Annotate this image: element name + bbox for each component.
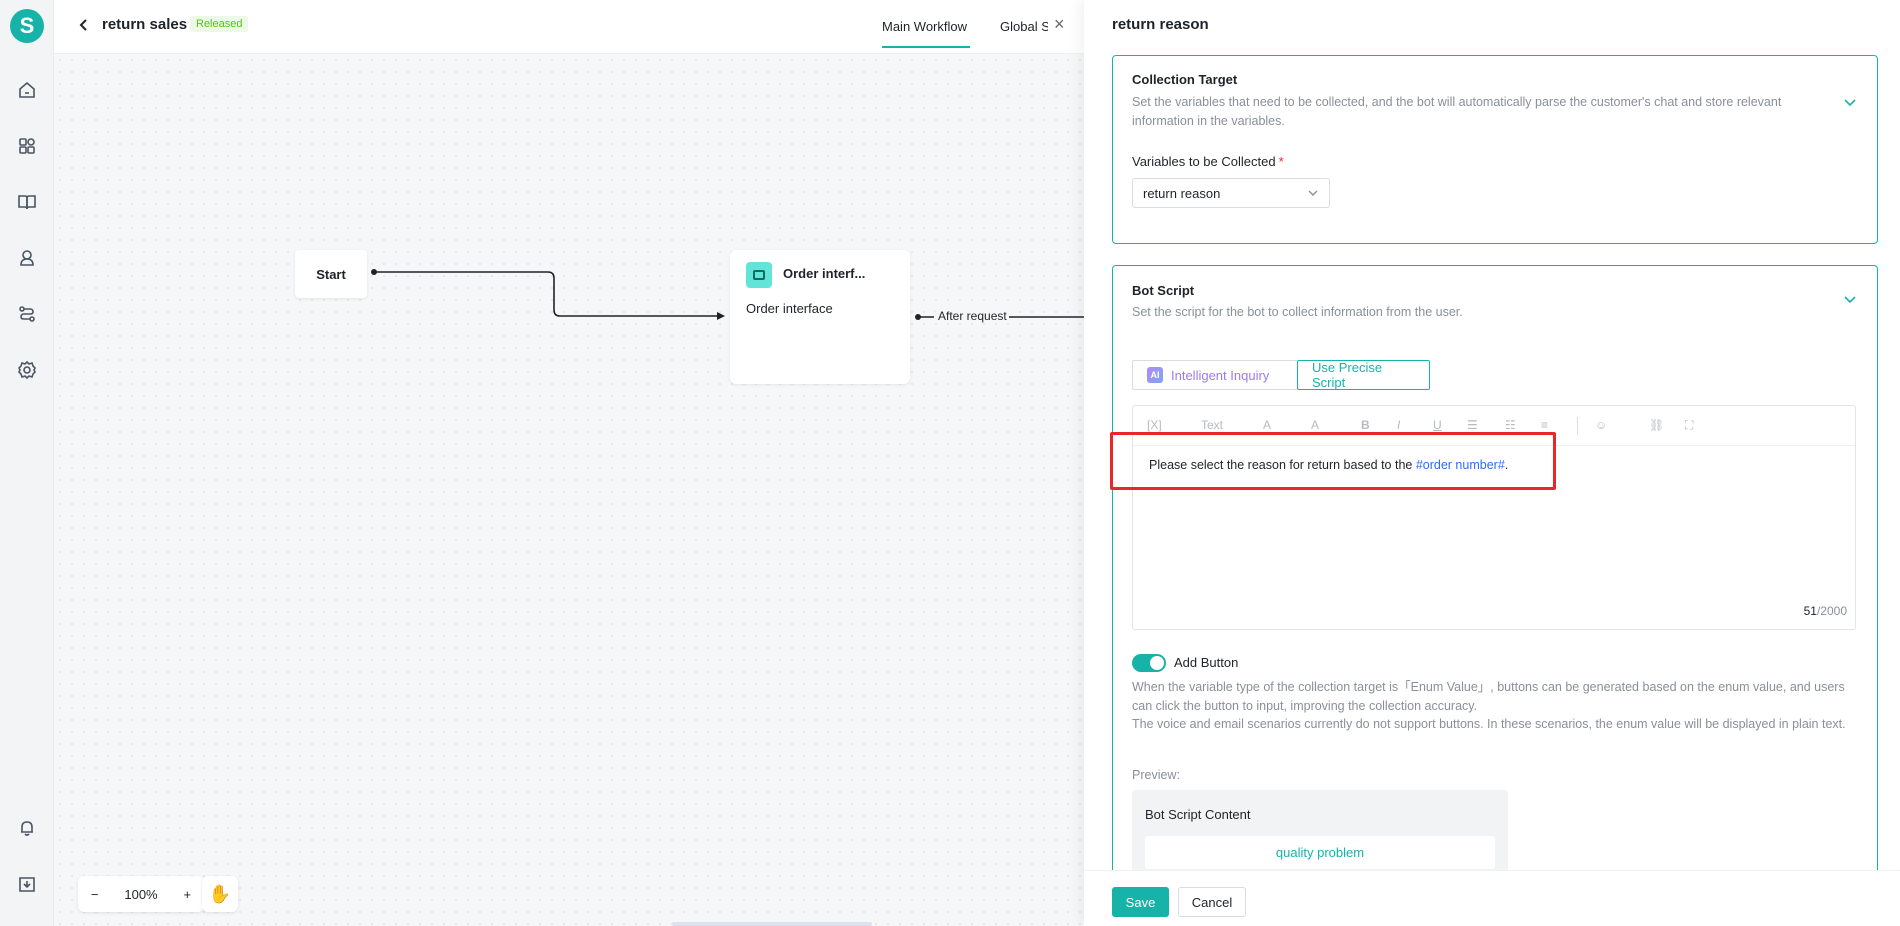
close-icon[interactable]: × [1054,14,1065,35]
precise-script-tab[interactable]: Use Precise Script [1297,360,1430,390]
zoom-out-button[interactable]: − [91,887,99,902]
add-button-description: When the variable type of the collection… [1132,678,1862,734]
edge-label: After request [936,309,1009,323]
apps-icon[interactable] [15,134,39,158]
start-node[interactable]: Start [295,250,367,298]
numbered-list-icon[interactable]: ☷ [1505,418,1516,432]
status-badge: Released [190,16,249,32]
italic-icon[interactable]: I [1397,418,1400,432]
font-color-icon[interactable]: A [1263,418,1271,432]
route-icon[interactable] [15,302,39,326]
tab-global[interactable]: Global S [1000,19,1048,34]
card-description: Set the variables that need to be collec… [1132,95,1782,128]
home-icon[interactable] [15,78,39,102]
fullscreen-icon[interactable]: ⛶ [1685,418,1693,433]
tab-main-workflow[interactable]: Main Workflow [882,19,967,34]
back-arrow-icon[interactable] [76,17,96,37]
link-icon[interactable]: ⛓ [1649,418,1664,432]
variable-select[interactable]: return reason [1132,178,1330,208]
description-line: The voice and email scenarios currently … [1132,717,1846,731]
bell-icon[interactable] [15,816,39,840]
align-icon[interactable]: ≡ [1541,418,1548,432]
order-interface-node[interactable]: Order interf... Order interface [730,250,910,384]
api-node-icon [746,262,772,288]
agent-icon[interactable] [15,246,39,270]
settings-icon[interactable] [15,358,39,382]
collection-target-card: Collection Target Set the variables that… [1112,55,1878,244]
description-line: When the variable type of the collection… [1132,680,1845,713]
left-sidebar: S [0,0,54,926]
app-logo[interactable]: S [10,9,44,43]
required-mark: * [1278,154,1284,169]
save-button[interactable]: Save [1112,887,1169,917]
tab-label: Intelligent Inquiry [1171,367,1270,383]
card-title: Bot Script [1132,283,1195,298]
variables-field-label: Variables to be Collected * [1132,154,1284,169]
preview-option-button[interactable]: quality problem [1145,836,1495,869]
field-label-text: Variables to be Collected [1132,154,1276,169]
workflow-title: return sales [102,16,188,33]
panel-footer: Save Cancel [1084,870,1900,926]
toolbar-divider [1577,417,1578,435]
workflow-canvas[interactable]: Start Order interf... Order interface Af… [54,54,1084,926]
ai-icon: AI [1147,367,1163,383]
zoom-level: 100% [124,886,158,902]
underline-icon[interactable]: U [1433,418,1442,432]
preview-title: Bot Script Content [1145,807,1251,822]
background-color-icon[interactable]: A [1311,418,1319,432]
bold-icon[interactable]: B [1361,418,1370,432]
chevron-down-icon[interactable] [1843,95,1857,109]
chevron-down-icon[interactable] [1843,292,1857,306]
hand-tool-icon[interactable]: ✋ [202,876,238,912]
active-tab-indicator [882,46,970,48]
zoom-in-button[interactable]: + [183,887,191,902]
top-header: return sales Released Main Workflow Glob… [54,0,1084,54]
char-count: 51 [1803,604,1817,618]
book-icon[interactable] [15,190,39,214]
add-button-toggle[interactable] [1132,654,1166,672]
character-counter: 51/2000 [1804,604,1847,618]
select-value: return reason [1143,186,1221,201]
annotation-highlight-box [1110,432,1556,490]
node-subtitle: Order interface [746,301,833,316]
edge-arrowhead [717,312,725,320]
emoji-icon[interactable]: ☺ [1595,418,1607,432]
download-icon[interactable] [15,872,39,896]
char-max: /2000 [1816,604,1847,618]
bullet-list-icon[interactable]: ☰ [1467,418,1478,432]
preview-label: Preview: [1132,768,1180,782]
add-button-label: Add Button [1174,655,1239,670]
text-style-dropdown[interactable]: Text [1201,418,1223,432]
panel-title: return reason [1112,16,1209,33]
connection-lines [371,269,1084,320]
insert-variable-icon[interactable]: [X] [1147,418,1162,432]
zoom-controls: − 100% + [78,876,204,912]
intelligent-inquiry-tab[interactable]: AI Intelligent Inquiry [1132,360,1298,390]
node-title: Order interf... [783,266,866,281]
cancel-button[interactable]: Cancel [1178,887,1246,917]
card-description: Set the script for the bot to collect in… [1132,305,1463,319]
card-title: Collection Target [1132,72,1238,87]
horizontal-scrollbar[interactable] [672,922,872,926]
start-to-order-edge [374,271,717,317]
chevron-down-icon [1307,187,1319,199]
bot-script-card: Bot Script Set the script for the bot to… [1112,265,1878,926]
